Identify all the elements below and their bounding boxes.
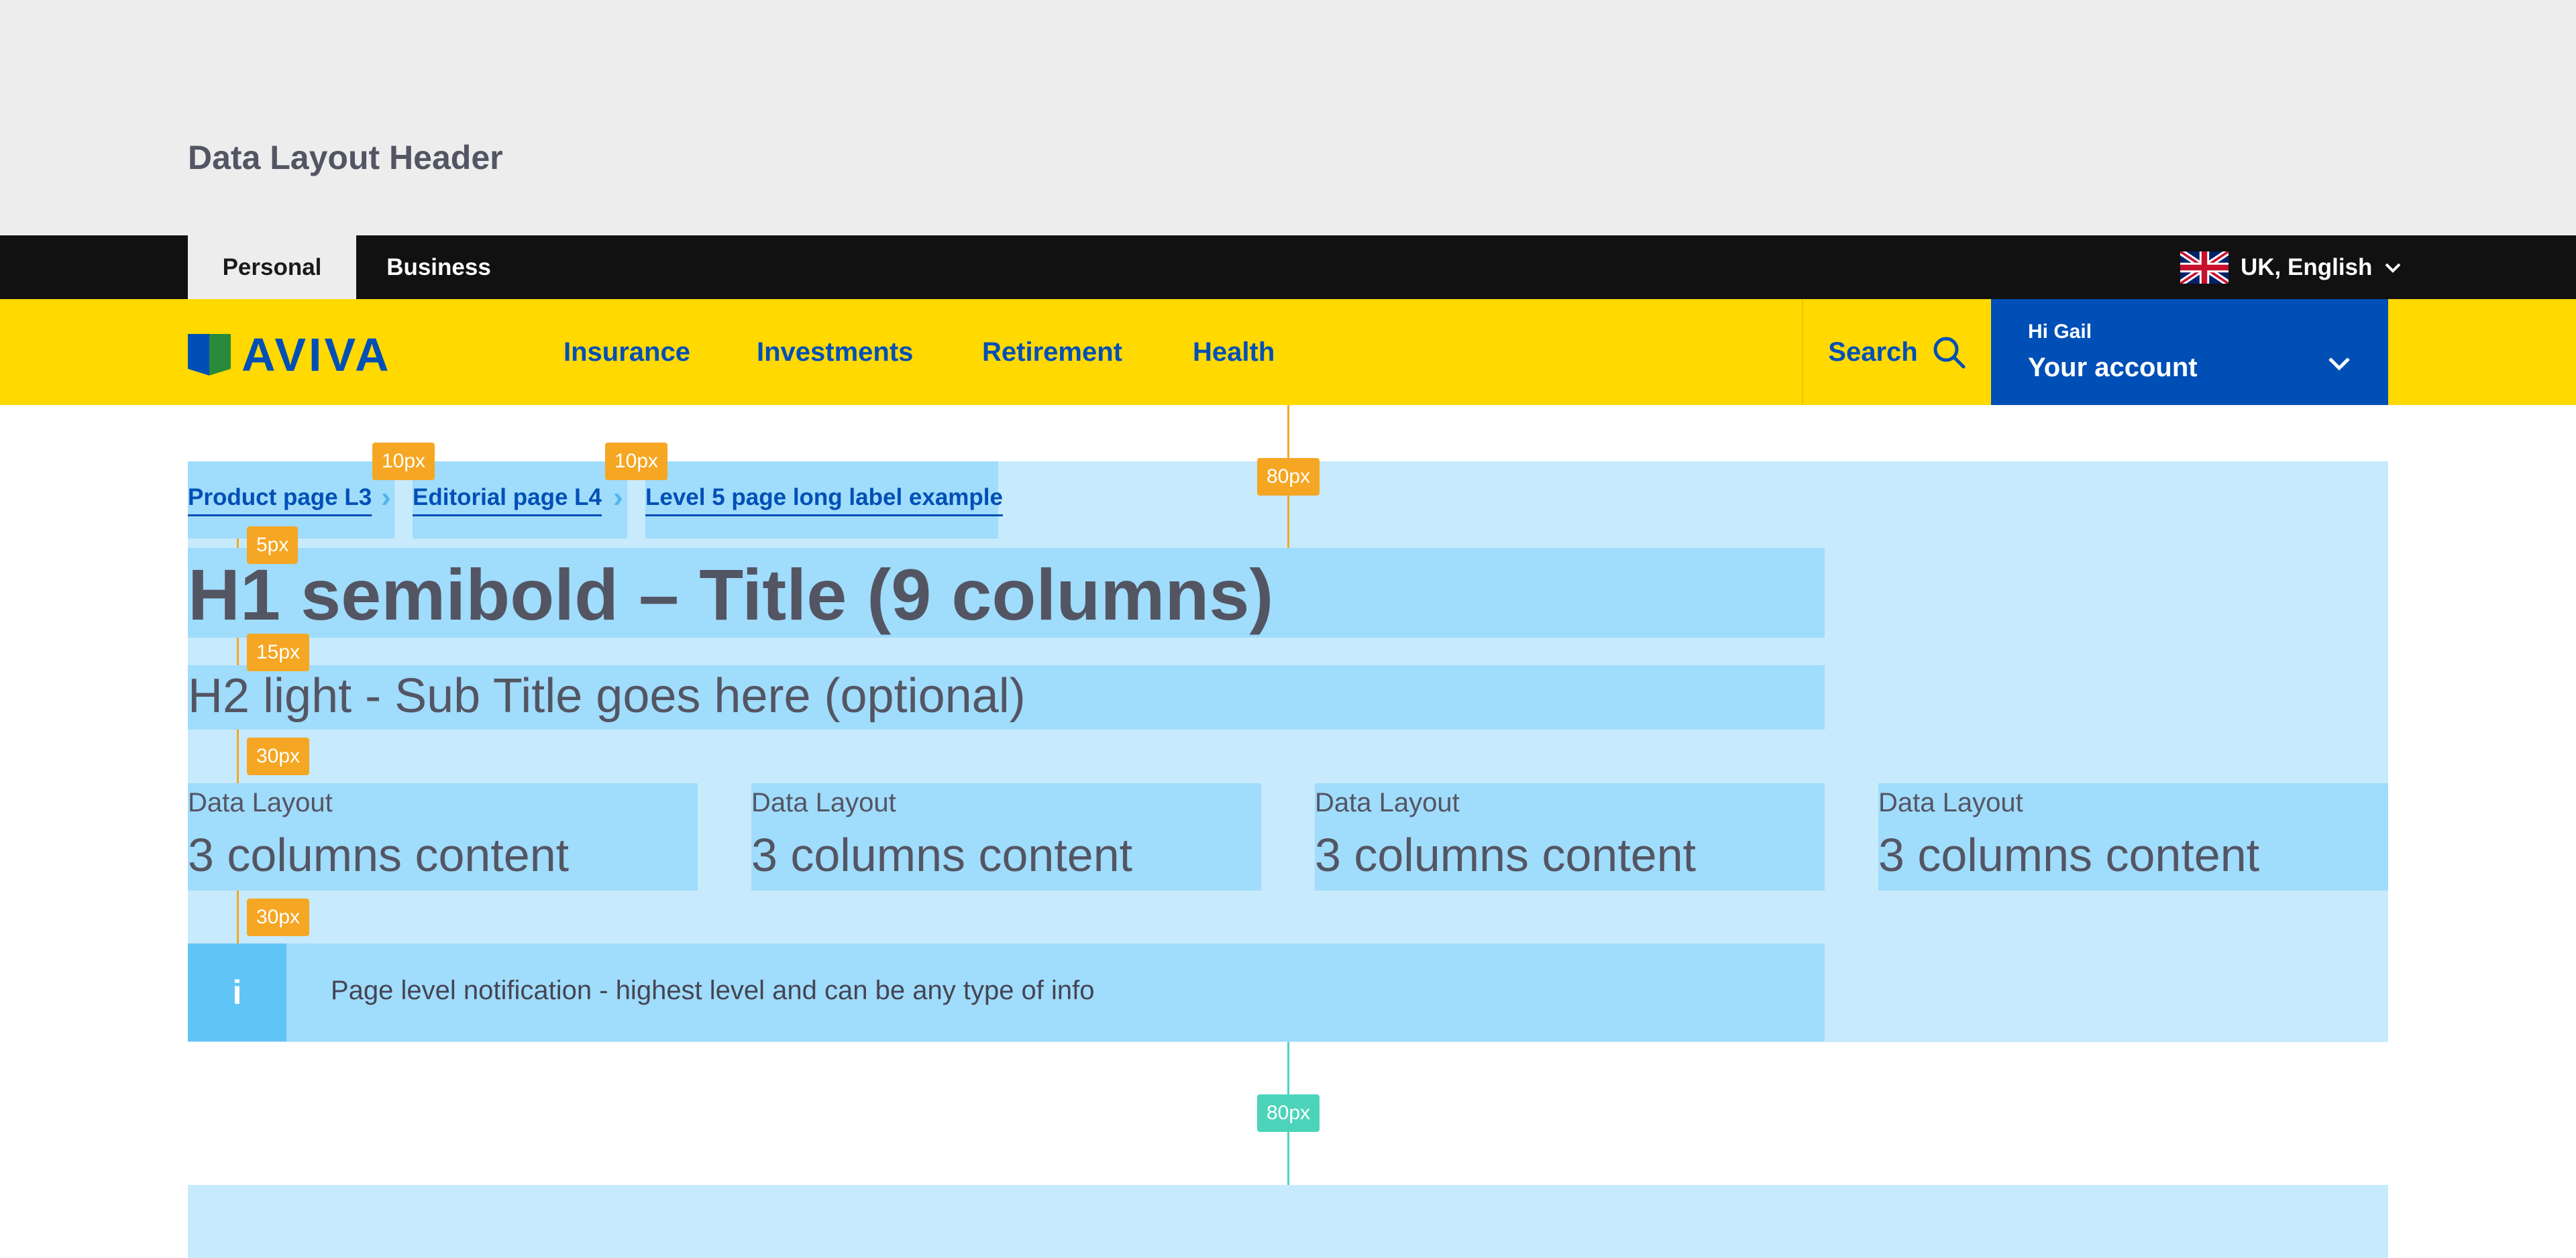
breadcrumb-link[interactable]: Product page L3: [188, 484, 372, 511]
spacing-marker: [237, 538, 239, 548]
column-label: Data Layout: [1878, 788, 2023, 817]
notification-text: Page level notification - highest level …: [331, 976, 1095, 1005]
column-label: Data Layout: [1315, 788, 1460, 817]
column-content: 3 columns content: [188, 829, 570, 881]
account-label: Your account: [2028, 353, 2198, 382]
tab-personal[interactable]: Personal: [188, 235, 356, 299]
column-label: Data Layout: [751, 788, 896, 817]
nav-link-health[interactable]: Health: [1193, 299, 1275, 405]
spacing-tag: 15px: [247, 634, 310, 671]
column-content: 3 columns content: [1878, 829, 2260, 881]
aviva-logo[interactable]: AVIVA: [188, 329, 392, 381]
chevron-down-icon: [2385, 263, 2401, 273]
uk-flag-icon: [2180, 251, 2229, 284]
column-label: Data Layout: [188, 788, 333, 817]
account-greeting: Hi Gail: [2028, 321, 2092, 343]
spacing-tag: 10px: [372, 443, 435, 480]
breadcrumb-link[interactable]: Level 5 page long label example: [645, 484, 1003, 511]
tab-business[interactable]: Business: [356, 235, 521, 299]
nav-link-insurance[interactable]: Insurance: [564, 299, 690, 405]
locale-label: UK, English: [2241, 253, 2373, 280]
chevron-down-icon: [2328, 357, 2350, 371]
column-content: 3 columns content: [751, 829, 1133, 881]
spacing-tag: 80px: [1257, 458, 1320, 496]
spacing-tag: 30px: [247, 738, 310, 775]
search-label: Search: [1828, 337, 1918, 367]
logo-mark-icon: [188, 334, 231, 376]
page-subtitle: H2 light - Sub Title goes here (optional…: [188, 669, 1026, 723]
logo-wordmark: AVIVA: [241, 329, 392, 381]
nav-link-investments[interactable]: Investments: [757, 299, 913, 405]
column-content: 3 columns content: [1315, 829, 1697, 881]
spacing-marker: [237, 891, 239, 944]
page-heading: Data Layout Header: [188, 139, 503, 176]
spacing-tag: 10px: [605, 443, 668, 480]
locale-selector[interactable]: UK, English: [2180, 235, 2402, 299]
info-icon: i: [188, 944, 286, 1041]
header-band: [0, 0, 2576, 235]
account-menu[interactable]: Hi Gail Your account: [1991, 299, 2388, 405]
nav-link-retirement[interactable]: Retirement: [982, 299, 1122, 405]
breadcrumb-link[interactable]: Editorial page L4: [413, 484, 602, 511]
spacing-tag: 30px: [247, 899, 310, 936]
next-section-guide: [188, 1185, 2388, 1258]
page-title: H1 semibold – Title (9 columns): [188, 554, 1274, 635]
spacing-marker: [237, 730, 239, 783]
spacing-tag: 5px: [247, 526, 299, 564]
spacing-marker: [237, 638, 239, 665]
chevron-right-icon: ›: [613, 481, 623, 514]
chevron-right-icon: ›: [381, 481, 391, 514]
search-icon: [1933, 337, 1966, 369]
spacing-tag: 80px: [1257, 1094, 1320, 1132]
search-button[interactable]: Search: [1802, 299, 1991, 405]
